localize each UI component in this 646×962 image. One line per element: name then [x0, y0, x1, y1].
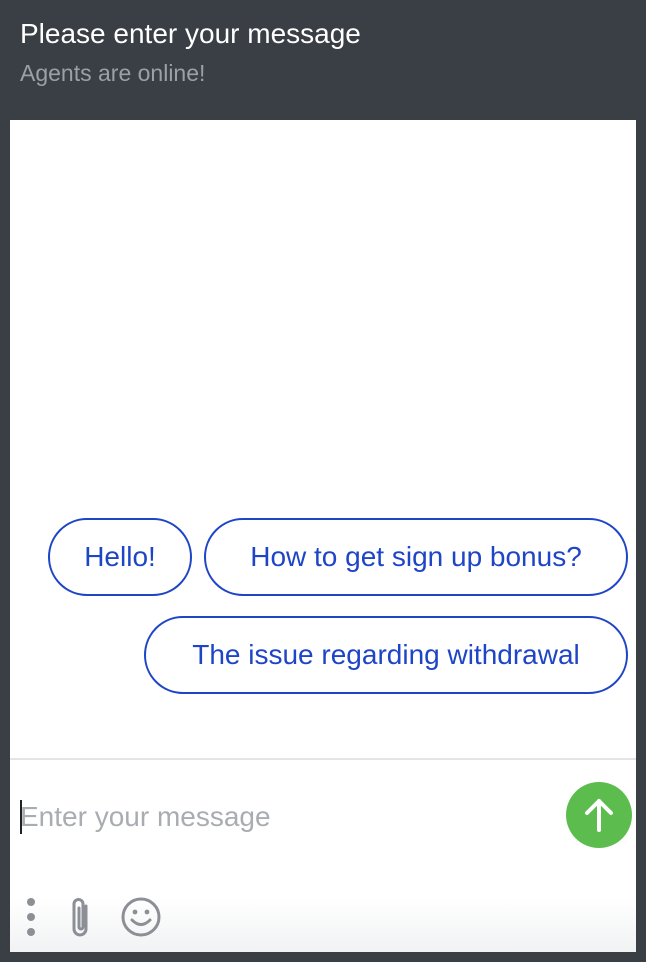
chat-panel: Hello! How to get sign up bonus? The iss…: [10, 120, 636, 952]
header-title: Please enter your message: [20, 18, 361, 49]
send-button[interactable]: [566, 782, 632, 848]
quick-reply-withdrawal[interactable]: The issue regarding withdrawal: [144, 616, 628, 694]
agent-status: Agents are online!: [20, 60, 206, 86]
quick-reply-hello[interactable]: Hello!: [48, 518, 192, 596]
arrow-up-icon: [585, 799, 613, 832]
chat-header: Please enter your message Agents are onl…: [0, 0, 646, 120]
message-composer: [10, 760, 636, 952]
message-input[interactable]: [20, 790, 550, 844]
more-vertical-icon[interactable]: [24, 896, 38, 938]
quick-reply-sign-up-bonus[interactable]: How to get sign up bonus?: [204, 518, 628, 596]
message-area[interactable]: Hello! How to get sign up bonus? The iss…: [10, 120, 636, 758]
emoji-icon[interactable]: [120, 896, 162, 938]
paperclip-icon[interactable]: [66, 896, 96, 940]
